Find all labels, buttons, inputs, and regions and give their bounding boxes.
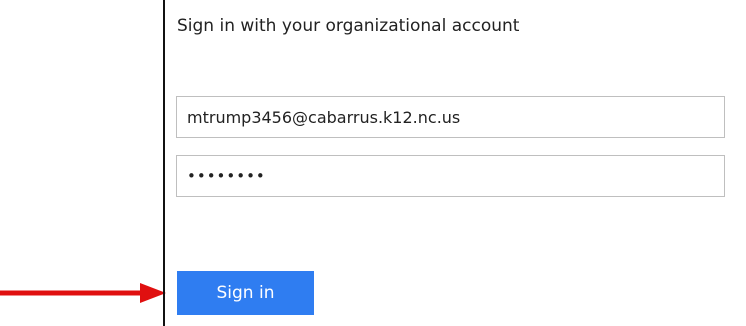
- signin-panel: Sign in with your organizational account…: [163, 0, 746, 326]
- red-arrow-icon: [0, 283, 166, 303]
- screenshot-stage: Sign in with your organizational account…: [0, 0, 746, 326]
- sign-in-button[interactable]: Sign in: [177, 271, 314, 315]
- signin-heading: Sign in with your organizational account: [177, 16, 520, 36]
- password-field[interactable]: [176, 155, 725, 197]
- email-field[interactable]: [176, 96, 725, 138]
